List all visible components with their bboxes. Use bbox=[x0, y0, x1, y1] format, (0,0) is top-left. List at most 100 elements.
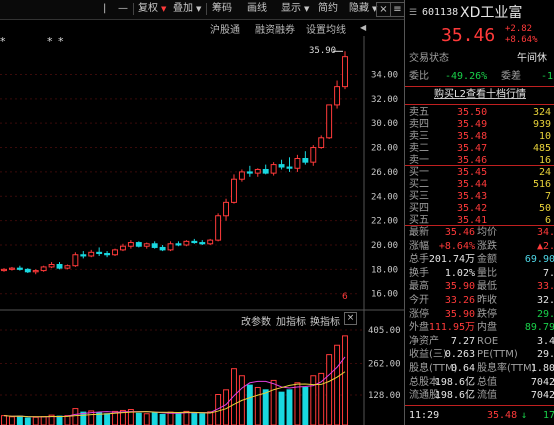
stat-label: 外盘 bbox=[409, 322, 429, 334]
candle-body bbox=[183, 240, 190, 246]
toolbar-jianyue-button[interactable]: 简约 bbox=[318, 2, 338, 16]
toolbar-chouma-button[interactable]: 筹码 bbox=[212, 2, 232, 16]
close-volume-button[interactable]: × bbox=[344, 312, 357, 325]
stat-label: 股息率(TTM) bbox=[477, 363, 536, 374]
toolbar-xianshi-button[interactable]: 显示 bbox=[281, 2, 301, 16]
stat-value: 7042 bbox=[530, 376, 554, 388]
toolbar-fuquan-button[interactable]: 复权 bbox=[138, 2, 158, 16]
candle-body bbox=[223, 201, 230, 217]
l2-link-text[interactable]: 购买L2查看十档行情 bbox=[434, 89, 526, 100]
candle-body bbox=[318, 137, 325, 149]
volume-bar bbox=[1, 415, 7, 425]
candle-body bbox=[254, 168, 261, 174]
set-ma-link[interactable]: 设置均线 bbox=[306, 21, 346, 36]
candle-body bbox=[159, 246, 166, 251]
candle-body bbox=[48, 263, 55, 268]
candle-body bbox=[215, 215, 222, 241]
stat-value: 33.26 bbox=[444, 295, 475, 306]
stat-row: 涨停 35.90 跌停 29. bbox=[405, 308, 554, 322]
volume-bar bbox=[175, 412, 182, 425]
add-indicator-button[interactable]: 加指标 bbox=[276, 313, 306, 328]
candle-body bbox=[127, 242, 134, 247]
stat-label: 最高 bbox=[409, 281, 429, 293]
price-axis-label: 18.00 bbox=[371, 265, 398, 275]
volume-bar bbox=[151, 412, 158, 425]
volume-bar bbox=[143, 413, 150, 425]
stat-row: 流通股 198.6亿 流值 7042 bbox=[405, 389, 554, 403]
zoom-out-button[interactable]: — bbox=[118, 2, 128, 16]
edit-params-button[interactable]: 改参数 bbox=[241, 313, 271, 328]
event-star-mark[interactable]: * bbox=[0, 35, 6, 48]
price-row: 35.46 +2.82 +8.64% bbox=[405, 24, 554, 46]
candle-body bbox=[24, 268, 31, 273]
menu-button[interactable]: ≡ bbox=[390, 2, 405, 17]
webi-row: 委比 -49.26% 委差 -11 bbox=[405, 70, 554, 84]
last-price: 35.46 bbox=[441, 25, 496, 46]
volume-bar bbox=[254, 386, 261, 425]
stat-label: 昨收 bbox=[477, 295, 497, 306]
stat-label: 今开 bbox=[409, 295, 429, 306]
volume-bar bbox=[246, 384, 253, 425]
event-star-mark[interactable]: * bbox=[47, 35, 53, 48]
kline-chart[interactable]: 34.00 32.00 30.00 28.00 26.00 24.00 22.00 20.00… bbox=[0, 36, 404, 425]
price-axis-label: 22.00 bbox=[371, 217, 398, 227]
stat-label: 涨幅 bbox=[409, 240, 429, 252]
stat-label: 涨停 bbox=[409, 308, 429, 320]
stat-row: 换手 1.02% 量比 7. bbox=[405, 267, 554, 281]
price-axis-label: 32.00 bbox=[371, 95, 398, 105]
high-price-marker: 35.90 bbox=[309, 46, 337, 56]
volume-bar bbox=[294, 382, 301, 425]
volume-bar bbox=[40, 416, 47, 425]
stat-row: 总手 201.74万 金额 69.90 bbox=[405, 253, 554, 267]
volume-bar bbox=[199, 413, 206, 425]
candle-body bbox=[119, 245, 126, 251]
tick-row: 11:29 35.48 ↓ 17 bbox=[405, 409, 554, 423]
chevron-down-icon: ▼ bbox=[304, 5, 310, 13]
chevron-down-icon: ▼ bbox=[196, 5, 202, 13]
candle-body bbox=[64, 265, 71, 269]
stat-value: 29. bbox=[536, 308, 554, 320]
price-change-pct: +8.64% bbox=[505, 35, 538, 45]
candle-body bbox=[167, 243, 174, 251]
candle-body bbox=[231, 178, 237, 203]
stat-label: 总值 bbox=[477, 376, 497, 388]
stat-row: 涨幅 +8.64% 涨跌 ▲2. bbox=[405, 240, 554, 254]
menu-icon[interactable]: ☰ bbox=[409, 4, 417, 22]
volume-bar bbox=[302, 386, 309, 425]
stat-row: 股息(TTM) 0.64 股息率(TTM) 1.80 bbox=[405, 362, 554, 376]
trade-status-label: 交易状态 bbox=[409, 53, 449, 64]
tick-price: 35.48 bbox=[487, 410, 518, 421]
weicha-label: 委差 bbox=[501, 71, 521, 82]
candle-body bbox=[246, 171, 253, 174]
volume-bar bbox=[318, 372, 325, 425]
l2-link[interactable]: 购买L2查看十档行情 bbox=[405, 88, 554, 102]
stat-value: 7. bbox=[542, 267, 554, 279]
chevron-left-icon[interactable]: ◀ bbox=[360, 23, 366, 32]
nav-prev-button[interactable]: | bbox=[103, 2, 106, 16]
hugutong-link[interactable]: 沪股通 bbox=[210, 21, 240, 36]
candle-body bbox=[278, 164, 285, 168]
candle-body bbox=[56, 263, 63, 269]
candle-body bbox=[40, 266, 47, 272]
event-mark[interactable]: 6 bbox=[342, 292, 348, 302]
candle-body bbox=[151, 243, 158, 248]
volume-bar bbox=[191, 412, 198, 425]
stat-value: 1.02% bbox=[444, 267, 475, 279]
rongzi-link[interactable]: 融资融券 bbox=[255, 21, 295, 36]
stat-value: 0.64 bbox=[450, 363, 475, 374]
event-star-mark[interactable]: * bbox=[58, 35, 64, 48]
stat-row: 外盘 111.95万 内盘 89.79 bbox=[405, 321, 554, 335]
toolbar-huaxian-button[interactable]: 画线 bbox=[247, 2, 267, 16]
change-indicator-button[interactable]: 换指标 bbox=[310, 313, 340, 328]
stock-code: 601138 bbox=[422, 7, 459, 18]
price-axis-label: 28.00 bbox=[371, 144, 398, 154]
stat-row: 最新 35.46 均价 34. bbox=[405, 226, 554, 240]
stat-value: 0.263 bbox=[444, 349, 475, 361]
close-button[interactable]: × bbox=[376, 2, 391, 17]
stat-row: 最高 35.90 最低 33. bbox=[405, 280, 554, 294]
toolbar-yincang-button[interactable]: 隐藏 bbox=[349, 2, 369, 16]
volume-bar bbox=[278, 391, 285, 425]
toolbar-diejia-button[interactable]: 叠加 bbox=[173, 2, 193, 16]
candle-body bbox=[326, 104, 333, 139]
candle-body bbox=[1, 268, 7, 272]
